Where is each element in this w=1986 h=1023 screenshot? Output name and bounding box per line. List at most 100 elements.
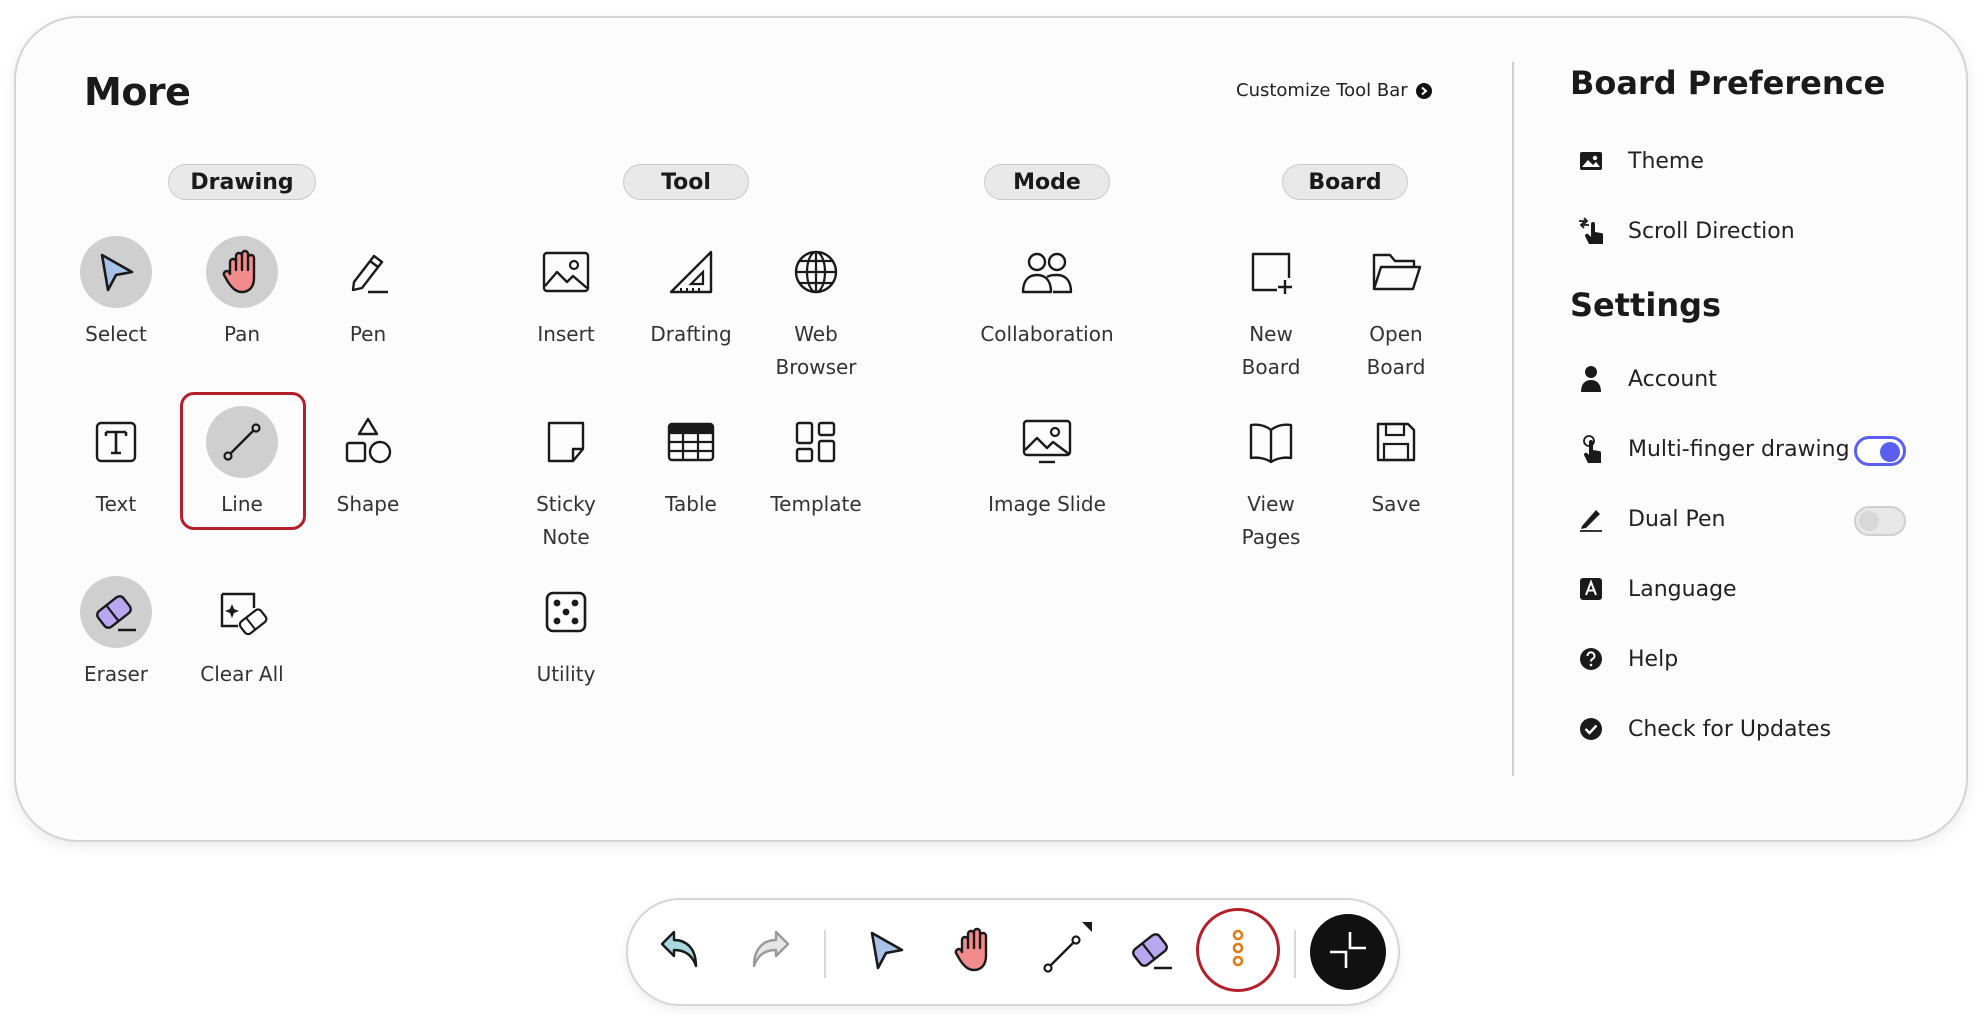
scroll-direction-item[interactable]: Scroll Direction — [1576, 216, 1795, 246]
category-tool: Tool — [623, 164, 749, 200]
template-icon — [780, 406, 852, 478]
more-panel: More Customize Tool Bar Drawing Tool Mod… — [14, 16, 1968, 842]
category-board: Board — [1282, 164, 1408, 200]
sticky-note-icon — [530, 406, 602, 478]
more-vertical-icon — [1231, 928, 1245, 972]
tool-label: Clear All — [200, 662, 284, 686]
tool-web-browser[interactable]: Web Browser — [754, 236, 878, 384]
pen-icon — [1576, 504, 1606, 534]
image-icon — [1576, 146, 1606, 176]
tool-label: Select — [85, 322, 147, 346]
scroll-direction-label: Scroll Direction — [1628, 218, 1795, 244]
language-item[interactable]: Language — [1576, 574, 1737, 604]
select-button[interactable] — [856, 922, 916, 982]
eraser-button[interactable] — [1122, 922, 1182, 982]
check-updates-item[interactable]: Check for Updates — [1576, 714, 1831, 744]
tool-label: Eraser — [83, 662, 149, 686]
toggle-knob — [1859, 511, 1879, 531]
check-updates-label: Check for Updates — [1628, 716, 1832, 742]
tool-label: Shape — [336, 492, 400, 516]
image-icon — [530, 236, 602, 308]
touch-icon — [1576, 434, 1606, 464]
toggle-knob — [1880, 442, 1900, 462]
multi-finger-item[interactable]: Multi-finger drawing — [1576, 434, 1850, 464]
hand-icon — [952, 926, 996, 978]
category-drawing: Drawing — [168, 164, 316, 200]
tool-pan[interactable]: Pan — [180, 236, 304, 351]
scroll-touch-icon — [1576, 216, 1606, 246]
account-item[interactable]: Account — [1576, 364, 1717, 394]
theme-item[interactable]: Theme — [1576, 146, 1704, 176]
tool-utility[interactable]: Utility — [504, 576, 628, 691]
multi-finger-toggle[interactable] — [1854, 436, 1906, 466]
tool-view-pages[interactable]: View Pages — [1209, 406, 1333, 554]
redo-button[interactable] — [740, 922, 800, 982]
language-label: Language — [1628, 576, 1737, 602]
tool-label: Template — [770, 492, 862, 516]
more-button[interactable] — [1196, 908, 1280, 992]
tool-table[interactable]: Table — [629, 406, 753, 521]
tool-label: Web Browser — [775, 322, 857, 379]
line-button[interactable] — [1034, 922, 1094, 982]
bottom-toolbar — [626, 898, 1400, 1006]
toolbar-separator — [824, 930, 826, 978]
tool-drafting[interactable]: Drafting — [629, 236, 753, 351]
tool-label: Sticky Note — [536, 492, 596, 549]
check-circle-icon — [1576, 714, 1606, 744]
settings-heading: Settings — [1570, 286, 1722, 324]
tool-pen[interactable]: Pen — [306, 236, 430, 351]
tool-shape[interactable]: Shape — [306, 406, 430, 521]
undo-button[interactable] — [650, 922, 710, 982]
line-icon — [1034, 920, 1094, 984]
tool-clear-all[interactable]: Clear All — [180, 576, 304, 691]
tool-label: Drafting — [650, 322, 732, 346]
help-label: Help — [1628, 646, 1679, 672]
tool-label: Collaboration — [980, 322, 1114, 346]
panel-divider — [1512, 62, 1514, 776]
multi-finger-label: Multi-finger drawing — [1628, 436, 1850, 462]
undo-icon — [656, 926, 704, 978]
tool-template[interactable]: Template — [754, 406, 878, 521]
book-icon — [1235, 406, 1307, 478]
help-icon — [1576, 644, 1606, 674]
minimize-button[interactable] — [1310, 914, 1386, 990]
tool-insert[interactable]: Insert — [504, 236, 628, 351]
tool-new-board[interactable]: New Board — [1209, 236, 1333, 384]
tool-select[interactable]: Select — [54, 236, 178, 351]
hand-icon — [206, 236, 278, 308]
tool-open-board[interactable]: Open Board — [1334, 236, 1458, 384]
tool-image-slide[interactable]: Image Slide — [985, 406, 1109, 521]
pen-icon — [332, 236, 404, 308]
tool-label: Table — [665, 492, 717, 516]
tool-collaboration[interactable]: Collaboration — [980, 236, 1114, 351]
panel-title: More — [84, 70, 191, 114]
dual-pen-label: Dual Pen — [1628, 506, 1726, 532]
tool-text[interactable]: Text — [54, 406, 178, 521]
pan-button[interactable] — [944, 922, 1004, 982]
selection-highlight — [180, 392, 306, 530]
clear-all-icon — [206, 576, 278, 648]
cursor-arrow-icon — [80, 236, 152, 308]
tool-label: New Board — [1241, 322, 1301, 379]
redo-icon — [746, 926, 794, 978]
customize-toolbar-link[interactable]: Customize Tool Bar — [1236, 80, 1432, 101]
person-icon — [1576, 364, 1606, 394]
dual-pen-item[interactable]: Dual Pen — [1576, 504, 1725, 534]
text-box-icon — [80, 406, 152, 478]
set-square-icon — [655, 236, 727, 308]
help-item[interactable]: Help — [1576, 644, 1678, 674]
eraser-icon — [1128, 926, 1176, 978]
people-icon — [1011, 236, 1083, 308]
chevron-right-icon — [1415, 82, 1432, 99]
collapse-icon — [1326, 928, 1370, 976]
theme-label: Theme — [1628, 148, 1704, 174]
tool-sticky-note[interactable]: Sticky Note — [504, 406, 628, 554]
tool-label: Text — [95, 492, 137, 516]
tool-label: Utility — [536, 662, 596, 686]
tool-eraser[interactable]: Eraser — [54, 576, 178, 691]
folder-icon — [1360, 236, 1432, 308]
dual-pen-toggle[interactable] — [1854, 506, 1906, 536]
cursor-arrow-icon — [864, 928, 908, 976]
toolbar-separator — [1294, 930, 1296, 978]
tool-save[interactable]: Save — [1334, 406, 1458, 521]
